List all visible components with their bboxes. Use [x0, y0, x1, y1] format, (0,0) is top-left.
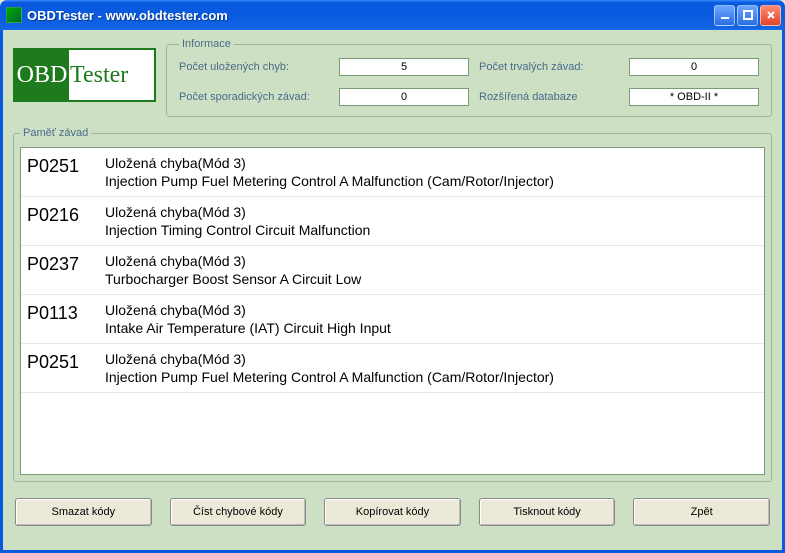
fault-text: Uložená chyba(Mód 3)Injection Pump Fuel …: [105, 350, 758, 386]
sporadic-faults-value: 0: [339, 88, 469, 106]
fault-code: P0237: [27, 252, 105, 288]
permanent-faults-value: 0: [629, 58, 759, 76]
fault-text: Uložená chyba(Mód 3)Injection Pump Fuel …: [105, 154, 758, 190]
app-icon: [6, 7, 22, 23]
fault-row[interactable]: P0251Uložená chyba(Mód 3)Injection Pump …: [21, 148, 764, 197]
ext-db-value: * OBD-II *: [629, 88, 759, 106]
fault-status: Uložená chyba(Mód 3): [105, 350, 758, 368]
minimize-button[interactable]: [714, 5, 735, 26]
fault-description: Intake Air Temperature (IAT) Circuit Hig…: [105, 319, 758, 337]
fault-code: P0113: [27, 301, 105, 337]
fault-row[interactable]: P0237Uložená chyba(Mód 3)Turbocharger Bo…: [21, 246, 764, 295]
info-panel: Informace Počet uložených chyb: 5 Počet …: [166, 38, 772, 117]
window-buttons: [714, 5, 781, 26]
close-button[interactable]: [760, 5, 781, 26]
fault-status: Uložená chyba(Mód 3): [105, 203, 758, 221]
permanent-faults-label: Počet trvalých závad:: [479, 61, 619, 73]
copy-codes-button[interactable]: Kopírovat kódy: [324, 498, 461, 526]
fault-code: P0251: [27, 350, 105, 386]
fault-status: Uložená chyba(Mód 3): [105, 252, 758, 270]
logo: OBD Tester: [13, 48, 156, 102]
fault-row[interactable]: P0251Uložená chyba(Mód 3)Injection Pump …: [21, 344, 764, 393]
fault-description: Injection Pump Fuel Metering Control A M…: [105, 368, 758, 386]
sporadic-faults-label: Počet sporadických závad:: [179, 91, 329, 103]
logo-left: OBD: [15, 50, 69, 100]
titlebar: OBDTester - www.obdtester.com: [0, 0, 785, 30]
fault-description: Injection Timing Control Circuit Malfunc…: [105, 221, 758, 239]
fault-memory-panel: Paměť závad P0251Uložená chyba(Mód 3)Inj…: [13, 127, 772, 482]
client-area: OBD Tester Informace Počet uložených chy…: [0, 30, 785, 553]
fault-text: Uložená chyba(Mód 3)Injection Timing Con…: [105, 203, 758, 239]
logo-right: Tester: [69, 50, 154, 100]
window-title: OBDTester - www.obdtester.com: [27, 8, 714, 23]
fault-text: Uložená chyba(Mód 3)Intake Air Temperatu…: [105, 301, 758, 337]
fault-row[interactable]: P0216Uložená chyba(Mód 3)Injection Timin…: [21, 197, 764, 246]
fault-description: Injection Pump Fuel Metering Control A M…: [105, 172, 758, 190]
back-button[interactable]: Zpět: [633, 498, 770, 526]
fault-status: Uložená chyba(Mód 3): [105, 301, 758, 319]
info-legend: Informace: [179, 38, 234, 50]
fault-memory-legend: Paměť závad: [20, 127, 91, 139]
button-row: Smazat kódy Číst chybové kódy Kopírovat …: [13, 498, 772, 526]
fault-text: Uložená chyba(Mód 3)Turbocharger Boost S…: [105, 252, 758, 288]
fault-code: P0251: [27, 154, 105, 190]
fault-description: Turbocharger Boost Sensor A Circuit Low: [105, 270, 758, 288]
clear-codes-button[interactable]: Smazat kódy: [15, 498, 152, 526]
fault-list[interactable]: P0251Uložená chyba(Mód 3)Injection Pump …: [20, 147, 765, 475]
ext-db-label: Rozšířená databaze: [479, 91, 619, 103]
fault-status: Uložená chyba(Mód 3): [105, 154, 758, 172]
fault-code: P0216: [27, 203, 105, 239]
read-codes-button[interactable]: Číst chybové kódy: [170, 498, 307, 526]
stored-errors-value: 5: [339, 58, 469, 76]
stored-errors-label: Počet uložených chyb:: [179, 61, 329, 73]
maximize-button[interactable]: [737, 5, 758, 26]
fault-row[interactable]: P0113Uložená chyba(Mód 3)Intake Air Temp…: [21, 295, 764, 344]
print-codes-button[interactable]: Tisknout kódy: [479, 498, 616, 526]
